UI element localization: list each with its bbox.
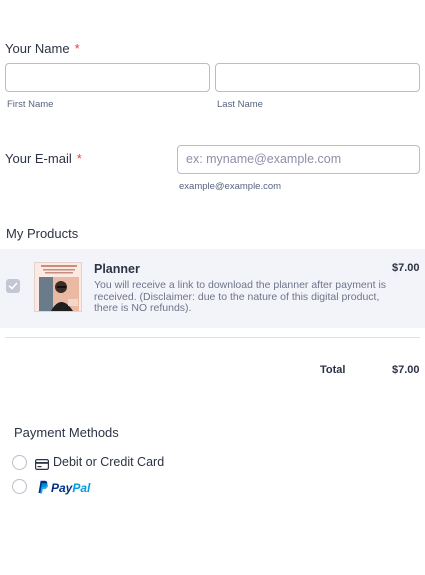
name-label-text: Your Name — [5, 41, 70, 56]
card-radio[interactable] — [12, 455, 27, 470]
card-label[interactable]: Debit or Credit Card — [53, 455, 164, 469]
paypal-label[interactable]: PayPal — [51, 481, 90, 495]
paypal-radio[interactable] — [12, 479, 27, 494]
paypal-logo-icon — [36, 480, 48, 499]
first-name-input[interactable] — [5, 63, 210, 92]
first-name-sublabel: First Name — [7, 99, 54, 110]
total-value: $7.00 — [392, 364, 420, 376]
divider — [5, 337, 420, 338]
last-name-sublabel: Last Name — [217, 99, 263, 110]
name-label: Your Name * — [5, 41, 80, 56]
email-label-text: Your E-mail — [5, 151, 72, 166]
products-title: My Products — [6, 226, 79, 241]
email-placeholder: ex: myname@example.com — [186, 152, 342, 166]
required-asterisk: * — [74, 41, 80, 56]
last-name-input[interactable] — [215, 63, 420, 92]
total-label: Total — [320, 364, 346, 376]
product-price: $7.00 — [392, 262, 420, 274]
check-icon — [8, 282, 18, 290]
paypal-pay-text: Pay — [51, 481, 73, 495]
email-sublabel: example@example.com — [179, 181, 282, 192]
paypal-pal-text: Pal — [72, 481, 91, 495]
product-row[interactable]: Planner You will receive a link to downl… — [0, 249, 425, 328]
product-name: Planner — [94, 262, 140, 276]
required-asterisk: * — [76, 151, 82, 166]
credit-card-icon — [35, 457, 50, 475]
email-label: Your E-mail * — [5, 151, 82, 166]
product-description: You will receive a link to download the … — [94, 279, 387, 314]
payment-title: Payment Methods — [14, 425, 119, 440]
product-thumbnail — [34, 262, 82, 312]
email-input[interactable]: ex: myname@example.com — [177, 145, 420, 174]
product-checkbox[interactable] — [6, 279, 20, 293]
